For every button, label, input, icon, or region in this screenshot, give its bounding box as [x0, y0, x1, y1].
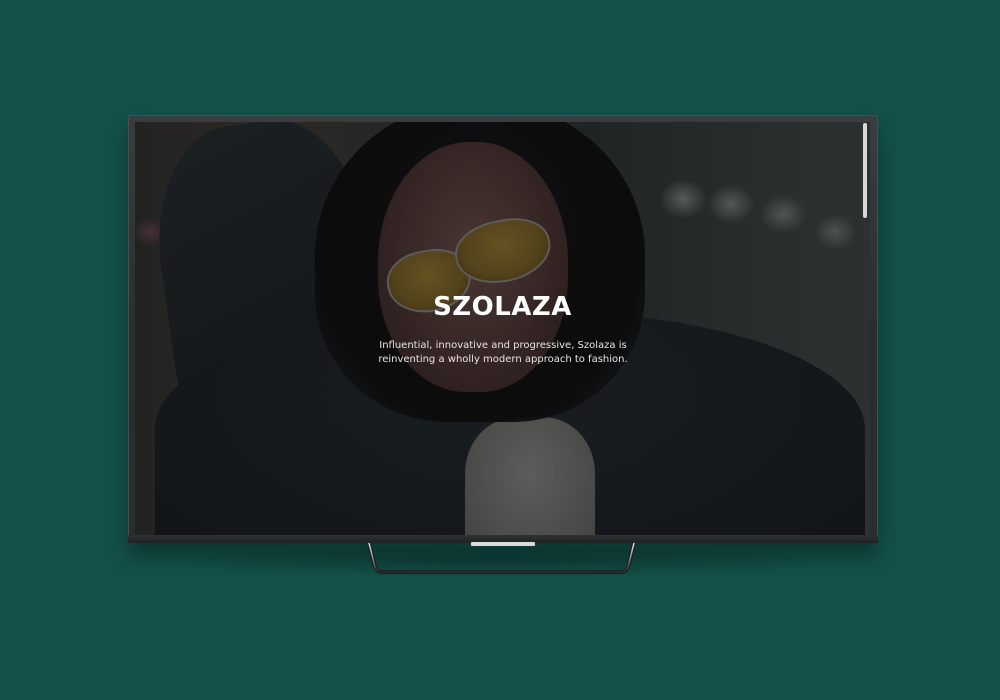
mockup-stage: SZOLAZA Influential, innovative and prog…: [0, 0, 1000, 700]
page-scrollbar[interactable]: [863, 123, 867, 534]
hero-title: SZOLAZA: [433, 292, 572, 322]
hero-tagline: Influential, innovative and progressive,…: [378, 340, 628, 365]
hero-dark-overlay: [135, 122, 870, 535]
scrollbar-thumb[interactable]: [863, 123, 867, 218]
tv-screen: SZOLAZA Influential, innovative and prog…: [135, 122, 870, 535]
floor-shadow: [150, 548, 850, 578]
tv-logo-bar: [471, 542, 535, 546]
